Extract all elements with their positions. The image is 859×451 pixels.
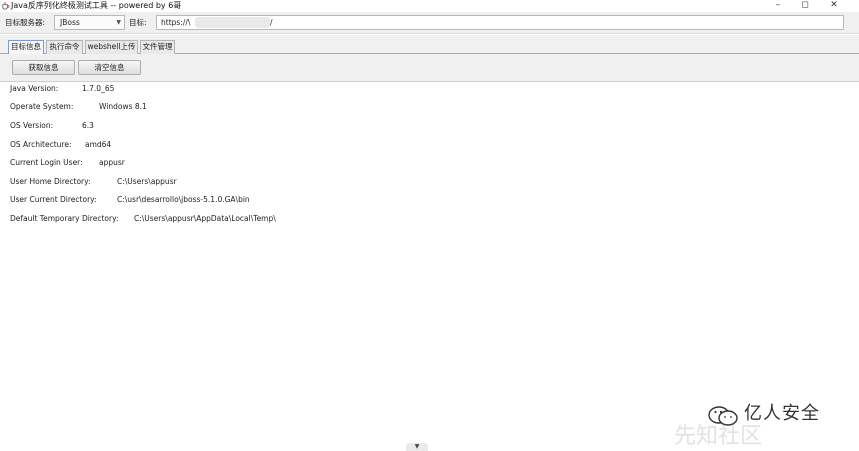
info-value: 1.7.0_65 bbox=[82, 84, 115, 93]
tab-file-management[interactable]: 文件管理 bbox=[140, 40, 175, 54]
action-bar: 获取信息 清空信息 bbox=[0, 54, 859, 82]
tab-bar: 目标信息 执行命令 webshell上传 文件管理 bbox=[0, 35, 859, 55]
ghost-watermark-text: 先知社区 bbox=[674, 424, 763, 449]
info-value: 6.3 bbox=[82, 121, 94, 130]
restore-button[interactable]: ◻ bbox=[797, 0, 813, 11]
clear-info-button[interactable]: 清空信息 bbox=[78, 60, 141, 75]
info-output-area[interactable]: Java Version: 1.7.0_65 Operate System: W… bbox=[0, 82, 859, 451]
info-value: C:\Users\appusr\AppData\Local\Temp\ bbox=[134, 214, 276, 223]
coffee-cup-icon bbox=[2, 1, 10, 10]
tab-execute-command[interactable]: 执行命令 bbox=[46, 40, 83, 54]
target-url-prefix: https://\ bbox=[161, 18, 191, 27]
window-title: Java反序列化终极测试工具 -- powered by 6哥 bbox=[11, 1, 182, 10]
info-key: Operate System: bbox=[10, 102, 74, 111]
info-key: Current Login User: bbox=[10, 158, 83, 167]
chevron-down-icon: ▼ bbox=[116, 19, 121, 26]
info-key: OS Architecture: bbox=[10, 140, 72, 149]
info-value: amd64 bbox=[85, 140, 112, 149]
server-label: 目标服务器: bbox=[5, 18, 46, 27]
fetch-info-button[interactable]: 获取信息 bbox=[12, 60, 75, 75]
info-value: C:\Users\appusr bbox=[117, 177, 177, 186]
watermark: 先知社区 亿人安全 bbox=[674, 401, 844, 451]
info-key: User Current Directory: bbox=[10, 195, 97, 204]
server-select-value: JBoss bbox=[60, 18, 80, 27]
info-key: Java Version: bbox=[10, 84, 59, 93]
target-label: 目标: bbox=[129, 18, 147, 27]
server-select[interactable]: JBoss ▼ bbox=[54, 15, 125, 30]
info-key: Default Temporary Directory: bbox=[10, 214, 119, 223]
tab-target-info[interactable]: 目标信息 bbox=[8, 40, 44, 55]
target-url-suffix: / bbox=[270, 18, 273, 27]
info-key: OS Version: bbox=[10, 121, 54, 130]
info-value: Windows 8.1 bbox=[99, 102, 147, 111]
info-value: appusr bbox=[99, 158, 125, 167]
target-toolbar: 目标服务器: JBoss ▼ 目标: https://\ / bbox=[0, 12, 859, 34]
close-button[interactable]: ✕ bbox=[826, 0, 842, 11]
info-value: C:\usr\desarrollo\jboss-5.1.0.GA\bin bbox=[117, 195, 250, 204]
title-bar: Java反序列化终极测试工具 -- powered by 6哥 – ◻ ✕ bbox=[0, 0, 859, 12]
scroll-down-button[interactable]: ▼ bbox=[406, 443, 428, 451]
tab-webshell-upload[interactable]: webshell上传 bbox=[85, 40, 138, 54]
target-url-input[interactable]: https://\ / bbox=[156, 15, 844, 30]
wechat-icon bbox=[708, 406, 738, 426]
info-key: User Home Directory: bbox=[10, 177, 91, 186]
redacted-url-segment bbox=[195, 17, 270, 28]
watermark-text: 亿人安全 bbox=[744, 403, 820, 424]
minimize-button[interactable]: – bbox=[770, 0, 786, 11]
